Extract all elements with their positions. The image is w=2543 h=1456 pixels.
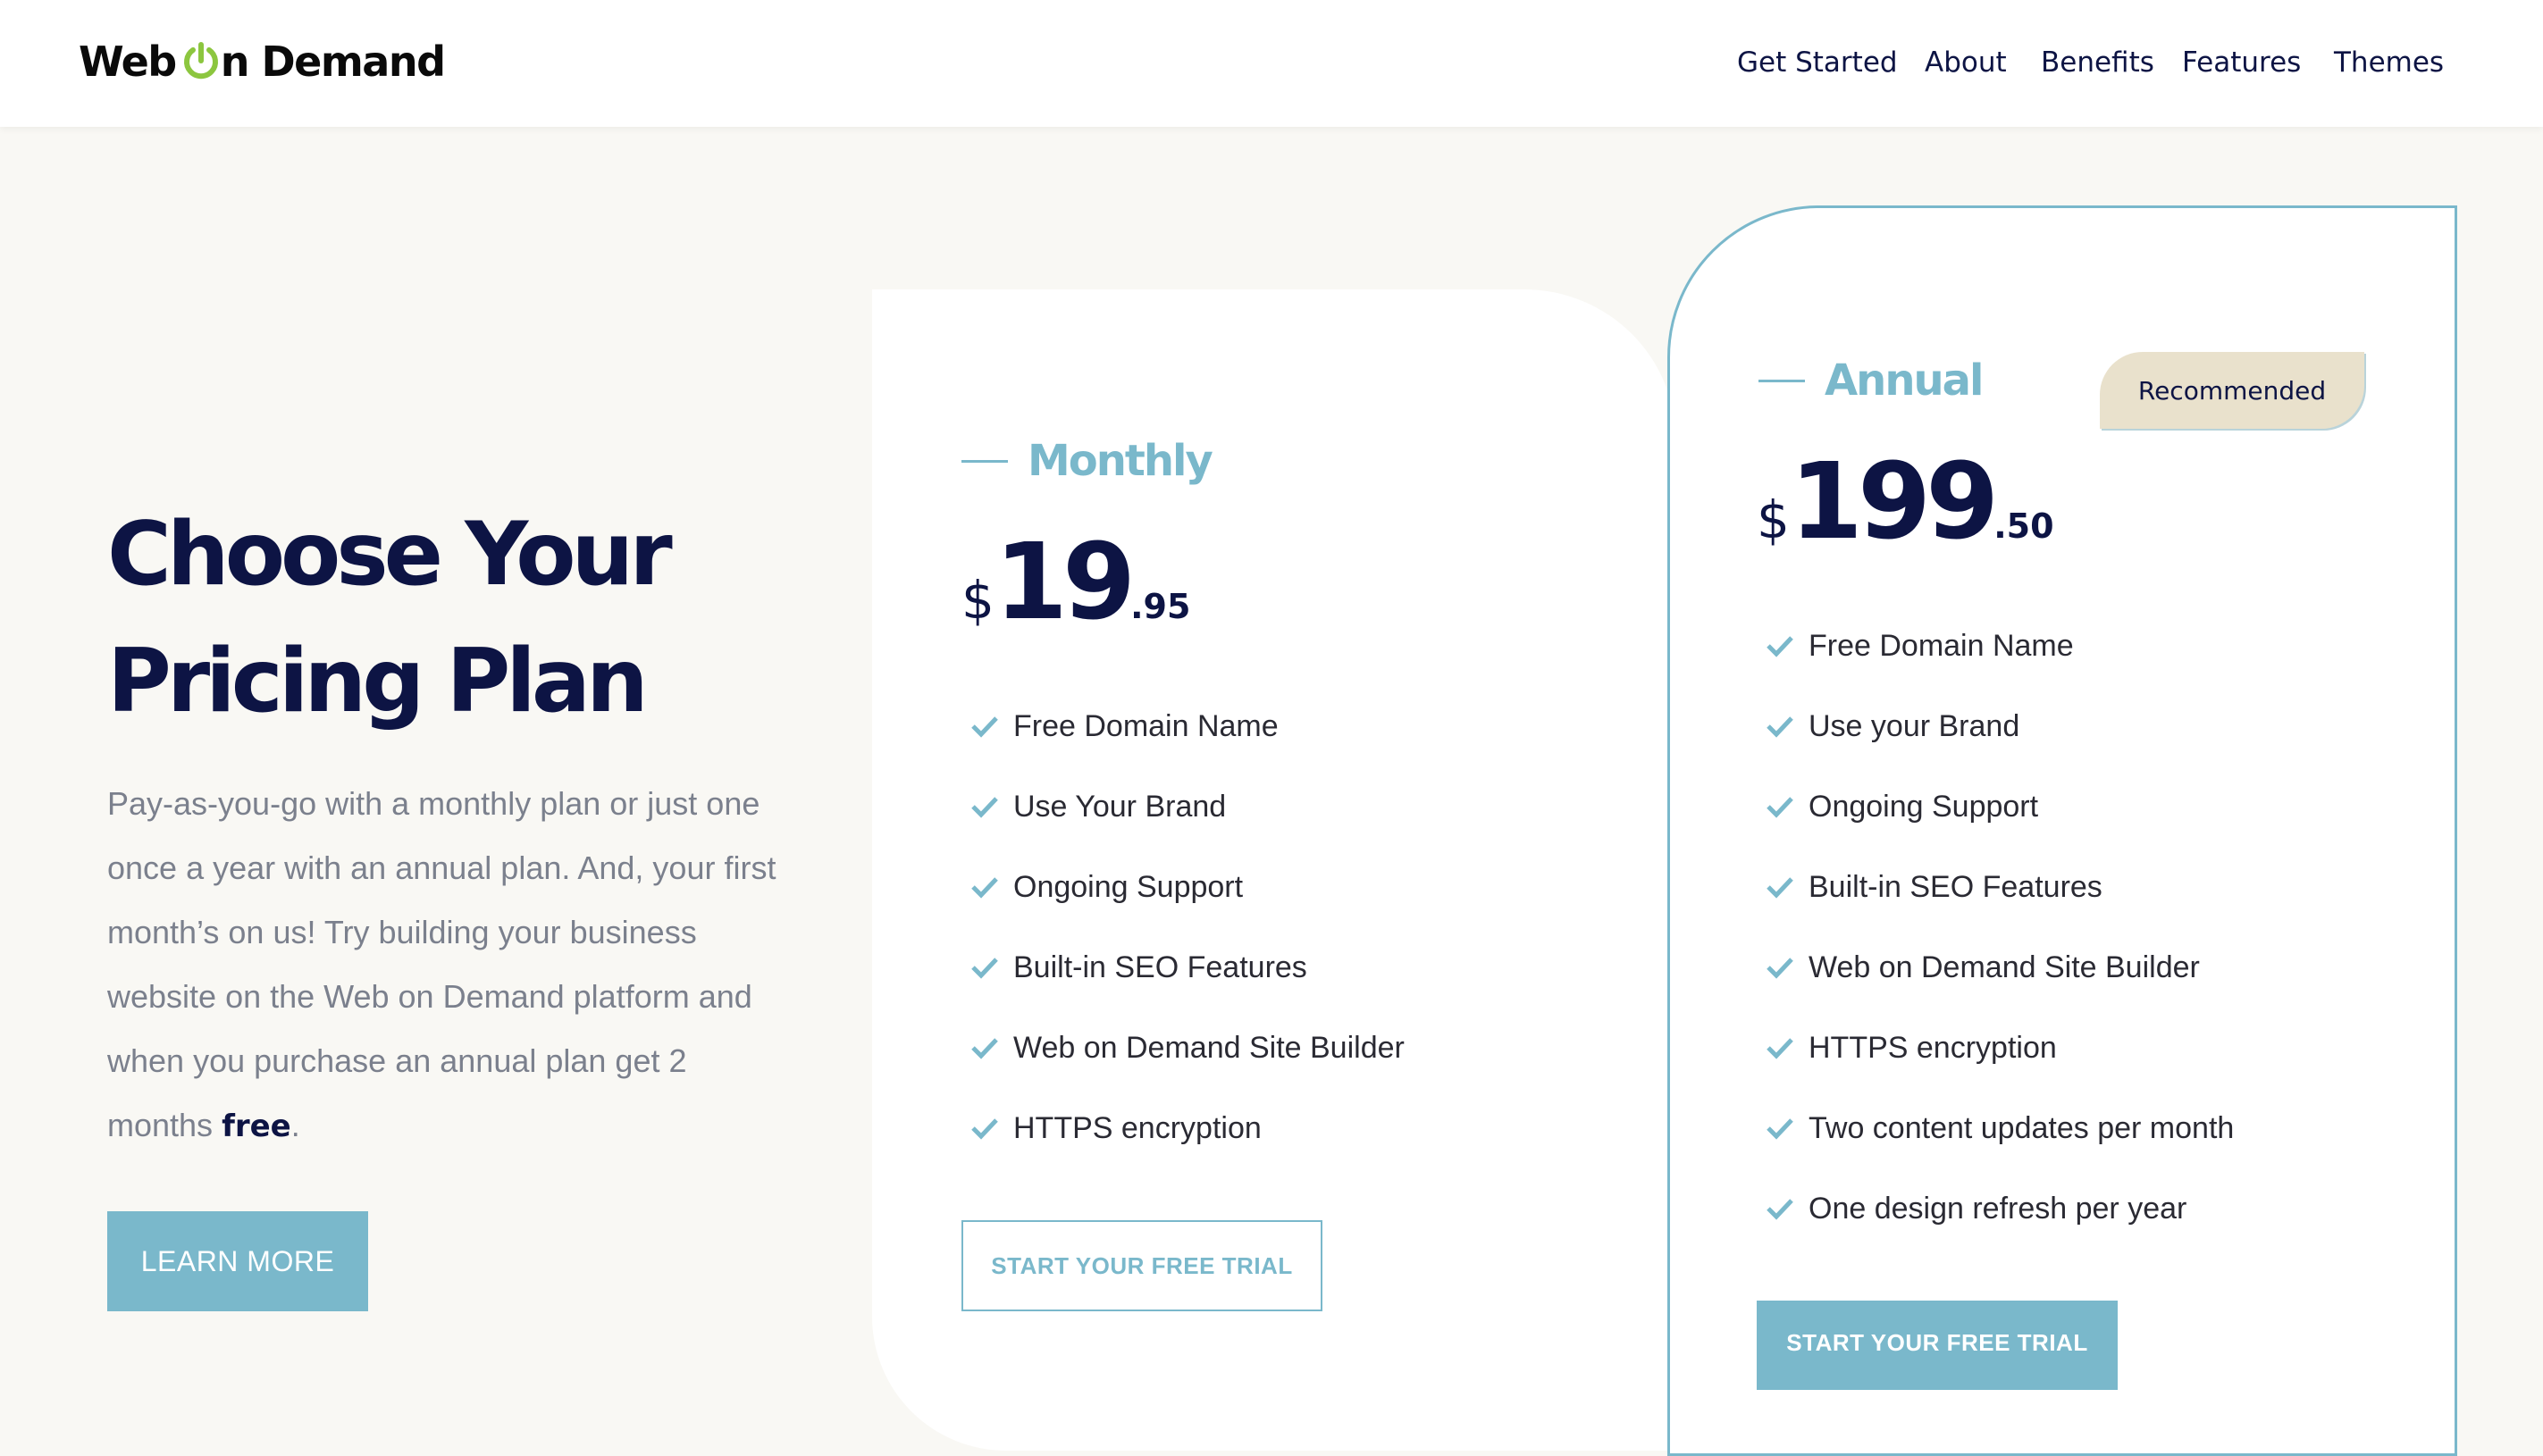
check-icon: [1767, 797, 1793, 818]
annual-free-trial-button[interactable]: START YOUR FREE TRIAL: [1757, 1301, 2118, 1390]
check-icon: [971, 797, 998, 818]
monthly-price: $19.95: [961, 520, 1190, 643]
site-header: Web n Demand Get Started About Benefits …: [0, 0, 2543, 127]
check-icon: [971, 1118, 998, 1140]
feature-item: Use your Brand: [1766, 686, 2234, 766]
check-icon: [1767, 958, 1793, 979]
check-icon: [971, 716, 998, 738]
monthly-plan-name: Monthly: [1028, 436, 1213, 486]
check-icon: [1767, 1199, 1793, 1220]
intro-period: .: [290, 1107, 300, 1143]
annual-plan-label: Annual: [1758, 356, 1985, 406]
title-line-2: Pricing Plan: [107, 631, 649, 732]
feature-item: HTTPS encryption: [1766, 1008, 2234, 1088]
monthly-price-cents: .95: [1130, 587, 1191, 626]
label-dash: [1758, 379, 1805, 382]
feature-item: Ongoing Support: [970, 847, 1405, 927]
check-icon: [971, 877, 998, 899]
page-title: Choose Your Pricing Plan: [107, 491, 786, 745]
feature-text: Free Domain Name: [1809, 628, 2074, 663]
feature-item: Free Domain Name: [1766, 606, 2234, 686]
annual-feature-list: Free Domain Name Use your Brand Ongoing …: [1766, 606, 2234, 1249]
title-line-1: Choose Your: [107, 504, 673, 606]
feature-text: Free Domain Name: [1013, 708, 1279, 743]
check-icon: [1767, 877, 1793, 899]
check-icon: [971, 1038, 998, 1059]
feature-text: Built-in SEO Features: [1013, 950, 1307, 984]
annual-plan-name: Annual: [1825, 356, 1985, 406]
feature-item: Web on Demand Site Builder: [970, 1008, 1405, 1088]
logo-text-web: Web: [79, 38, 177, 86]
feature-item: Two content updates per month: [1766, 1088, 2234, 1168]
learn-more-button[interactable]: LEARN MORE: [107, 1211, 368, 1311]
annual-price-main: 199: [1789, 439, 1999, 563]
feature-text: HTTPS encryption: [1809, 1030, 2057, 1065]
feature-item: Built-in SEO Features: [1766, 847, 2234, 927]
feature-text: Built-in SEO Features: [1809, 869, 2102, 904]
feature-item: Ongoing Support: [1766, 766, 2234, 847]
recommended-badge: Recommended: [2100, 352, 2364, 429]
annual-price-cents: .50: [1993, 506, 2054, 546]
monthly-feature-list: Free Domain Name Use Your Brand Ongoing …: [970, 686, 1405, 1168]
feature-text: HTTPS encryption: [1013, 1110, 1262, 1145]
logo-text-demand: n Demand: [220, 38, 446, 86]
check-icon: [1767, 1038, 1793, 1059]
nav-get-started[interactable]: Get Started: [1737, 43, 1898, 82]
check-icon: [1767, 1118, 1793, 1140]
feature-text: Ongoing Support: [1013, 869, 1244, 904]
check-icon: [1767, 636, 1793, 657]
logo[interactable]: Web n Demand: [79, 34, 446, 89]
label-dash: [961, 459, 1008, 463]
intro-paragraph: Pay-as-you-go with a monthly plan or jus…: [107, 772, 786, 1159]
feature-text: Use Your Brand: [1013, 789, 1227, 824]
intro-text: Pay-as-you-go with a monthly plan or jus…: [107, 785, 776, 1143]
feature-item: One design refresh per year: [1766, 1168, 2234, 1249]
monthly-plan-label: Monthly: [961, 436, 1213, 486]
monthly-price-main: 19: [994, 520, 1136, 643]
feature-text: One design refresh per year: [1809, 1191, 2187, 1226]
check-icon: [971, 958, 998, 979]
nav-about[interactable]: About: [1925, 43, 2007, 82]
nav-themes[interactable]: Themes: [2334, 43, 2444, 82]
nav-benefits[interactable]: Benefits: [2041, 43, 2154, 82]
monthly-free-trial-button[interactable]: START YOUR FREE TRIAL: [961, 1220, 1322, 1311]
feature-item: Use Your Brand: [970, 766, 1405, 847]
annual-currency: $: [1757, 490, 1790, 550]
power-icon: [183, 42, 218, 79]
feature-item: Web on Demand Site Builder: [1766, 927, 2234, 1008]
feature-text: Ongoing Support: [1809, 789, 2039, 824]
feature-text: Use your Brand: [1809, 708, 2020, 743]
feature-text: Two content updates per month: [1809, 1110, 2235, 1145]
intro-free: free: [222, 1109, 291, 1144]
feature-item: Free Domain Name: [970, 686, 1405, 766]
annual-price: $199.50: [1757, 439, 2054, 563]
feature-text: Web on Demand Site Builder: [1809, 950, 2200, 984]
feature-item: HTTPS encryption: [970, 1088, 1405, 1168]
feature-item: Built-in SEO Features: [970, 927, 1405, 1008]
nav-features[interactable]: Features: [2182, 43, 2301, 82]
monthly-currency: $: [961, 570, 995, 631]
check-icon: [1767, 716, 1793, 738]
feature-text: Web on Demand Site Builder: [1013, 1030, 1405, 1065]
